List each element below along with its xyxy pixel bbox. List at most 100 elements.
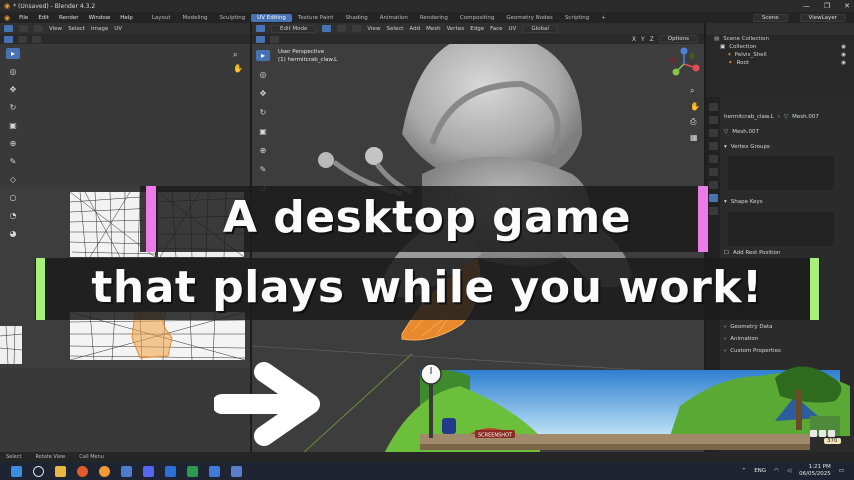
blender-menu-icon[interactable]: ◉ [0, 14, 14, 22]
vp-move-tool-icon[interactable]: ✥ [256, 88, 270, 99]
notification-icon[interactable]: ▭ [839, 468, 844, 474]
uv-menu-uv[interactable]: UV [114, 26, 122, 32]
face-select-button[interactable] [352, 25, 362, 32]
hand-pan-icon[interactable]: ✋ [233, 64, 243, 73]
vp-menu-face[interactable]: Face [490, 26, 502, 32]
firefox-icon[interactable] [77, 465, 88, 477]
uv-sync-button[interactable] [34, 25, 43, 32]
app-icon-2[interactable] [209, 465, 220, 477]
uv-menu-select[interactable]: Select [68, 26, 85, 32]
rip-tool-icon[interactable]: ◇ [6, 174, 20, 185]
uv-open-image-button[interactable] [32, 35, 41, 43]
discord-icon[interactable] [143, 465, 154, 477]
vp-scale-tool-icon[interactable]: ▣ [256, 126, 270, 137]
cursor-tool-icon[interactable]: ◎ [6, 66, 20, 77]
tab-modeling[interactable]: Modeling [177, 14, 214, 22]
tab-sculpting[interactable]: Sculpting [214, 14, 252, 22]
tab-geometry-nodes[interactable]: Geometry Nodes [500, 14, 558, 22]
vp-menu-mesh[interactable]: Mesh [426, 26, 440, 32]
close-button[interactable]: ✕ [844, 2, 850, 10]
tool-tab-icon[interactable] [708, 103, 718, 111]
vp-rotate-tool-icon[interactable]: ↻ [256, 107, 270, 118]
view-layer-selector[interactable]: ViewLayer [799, 13, 846, 22]
tab-texture-paint[interactable]: Texture Paint [292, 14, 340, 22]
vp-grid-icon[interactable]: ▦ [690, 133, 700, 142]
tab-shading[interactable]: Shading [339, 14, 373, 22]
uv-new-image-button[interactable] [18, 35, 27, 43]
options-dropdown[interactable]: Options [658, 35, 698, 43]
tray-language[interactable]: ENG [754, 468, 766, 474]
mirror-z-toggle[interactable]: Z [650, 36, 654, 43]
game-settings-icon[interactable] [810, 430, 817, 437]
maximize-button[interactable]: ❐ [824, 2, 830, 10]
mirror-x-toggle[interactable]: X [632, 36, 636, 43]
scale-tool-icon[interactable]: ▣ [6, 120, 20, 131]
rotate-tool-icon[interactable]: ↻ [6, 102, 20, 113]
edge-select-button[interactable] [337, 25, 347, 32]
navigation-gizmo[interactable] [666, 46, 702, 82]
outliner-row-pelvis-shell[interactable]: ▾ Pelvis_Shell ◉ [706, 51, 854, 59]
outliner-row-collection[interactable]: ▣ Collection ◉ [706, 43, 854, 51]
mirror-y-toggle[interactable]: Y [641, 36, 645, 43]
world-tab-icon[interactable] [708, 155, 718, 163]
viewport-snap-button[interactable] [270, 35, 279, 43]
menu-help[interactable]: Help [115, 15, 138, 21]
app-icon-1[interactable] [121, 465, 132, 477]
maps-icon[interactable] [165, 465, 176, 477]
tab-compositing[interactable]: Compositing [454, 14, 500, 22]
file-explorer-icon[interactable] [55, 465, 66, 477]
menu-render[interactable]: Render [54, 15, 84, 21]
tab-scripting[interactable]: Scripting [559, 14, 595, 22]
menu-window[interactable]: Window [84, 15, 116, 21]
game-map-icon[interactable] [828, 430, 835, 437]
visibility-eye-icon[interactable]: ◉ [841, 44, 846, 50]
move-tool-icon[interactable]: ✥ [6, 84, 20, 95]
tab-layout[interactable]: Layout [146, 14, 177, 22]
editor-type-button[interactable] [4, 25, 13, 32]
vertex-groups-list[interactable] [728, 156, 834, 190]
menu-edit[interactable]: Edit [33, 15, 54, 21]
object-tab-icon[interactable] [708, 168, 718, 176]
blender-icon[interactable] [99, 465, 110, 477]
outliner-row-root[interactable]: ✦ Root ◉ [706, 59, 854, 67]
vp-pan-icon[interactable]: ✋ [690, 102, 700, 111]
uv-tool-button[interactable] [4, 35, 13, 43]
vp-menu-view[interactable]: View [367, 26, 380, 32]
uv-menu-view[interactable]: View [49, 26, 62, 32]
start-windows-icon[interactable] [11, 465, 22, 477]
select-tool-icon[interactable]: ▸ [6, 48, 20, 59]
vp-annotate-tool-icon[interactable]: ✎ [256, 164, 270, 175]
transform-tool-icon[interactable]: ⊕ [6, 138, 20, 149]
tab-uv-editing[interactable]: UV Editing [251, 13, 292, 22]
transform-orientation-selector[interactable]: Global [522, 24, 558, 33]
vp-menu-vertex[interactable]: Vertex [447, 26, 465, 32]
vp-menu-uv[interactable]: UV [509, 26, 517, 32]
menu-file[interactable]: File [14, 15, 33, 21]
game-shop-icon[interactable] [819, 430, 826, 437]
zoom-icon[interactable]: ⌕ [233, 50, 237, 60]
section-animation[interactable]: › Animation [724, 336, 758, 342]
vp-cursor-tool-icon[interactable]: ◎ [256, 69, 270, 80]
vp-menu-edge[interactable]: Edge [470, 26, 484, 32]
modifier-tab-icon[interactable] [708, 181, 718, 189]
mesh-data-field[interactable]: ▽ Mesh.007 [724, 129, 759, 135]
wifi-icon[interactable]: ◠ [774, 468, 779, 474]
vp-select-tool-icon[interactable]: ▸ [256, 50, 270, 61]
viewport-editor-type-button[interactable] [256, 25, 265, 32]
checkbox-icon[interactable]: ☐ [724, 250, 729, 256]
scene-tab-icon[interactable] [708, 142, 718, 150]
excel-icon[interactable] [187, 465, 198, 477]
minimize-button[interactable]: — [803, 2, 810, 10]
viewport-tool-button[interactable] [256, 35, 265, 43]
volume-icon[interactable]: ◁ [787, 468, 791, 474]
vp-zoom-icon[interactable]: ⌕ [690, 86, 700, 96]
section-custom-properties[interactable]: › Custom Properties [724, 348, 781, 354]
mode-selector[interactable]: Edit Mode [271, 24, 317, 33]
visibility-eye-icon[interactable]: ◉ [841, 52, 846, 58]
render-tab-icon[interactable] [708, 116, 718, 124]
section-geometry-data[interactable]: › Geometry Data [724, 324, 773, 330]
tab-animation[interactable]: Animation [374, 14, 414, 22]
vp-menu-add[interactable]: Add [409, 26, 420, 32]
annotate-tool-icon[interactable]: ✎ [6, 156, 20, 167]
vp-camera-icon[interactable]: ⎙ [690, 117, 700, 127]
